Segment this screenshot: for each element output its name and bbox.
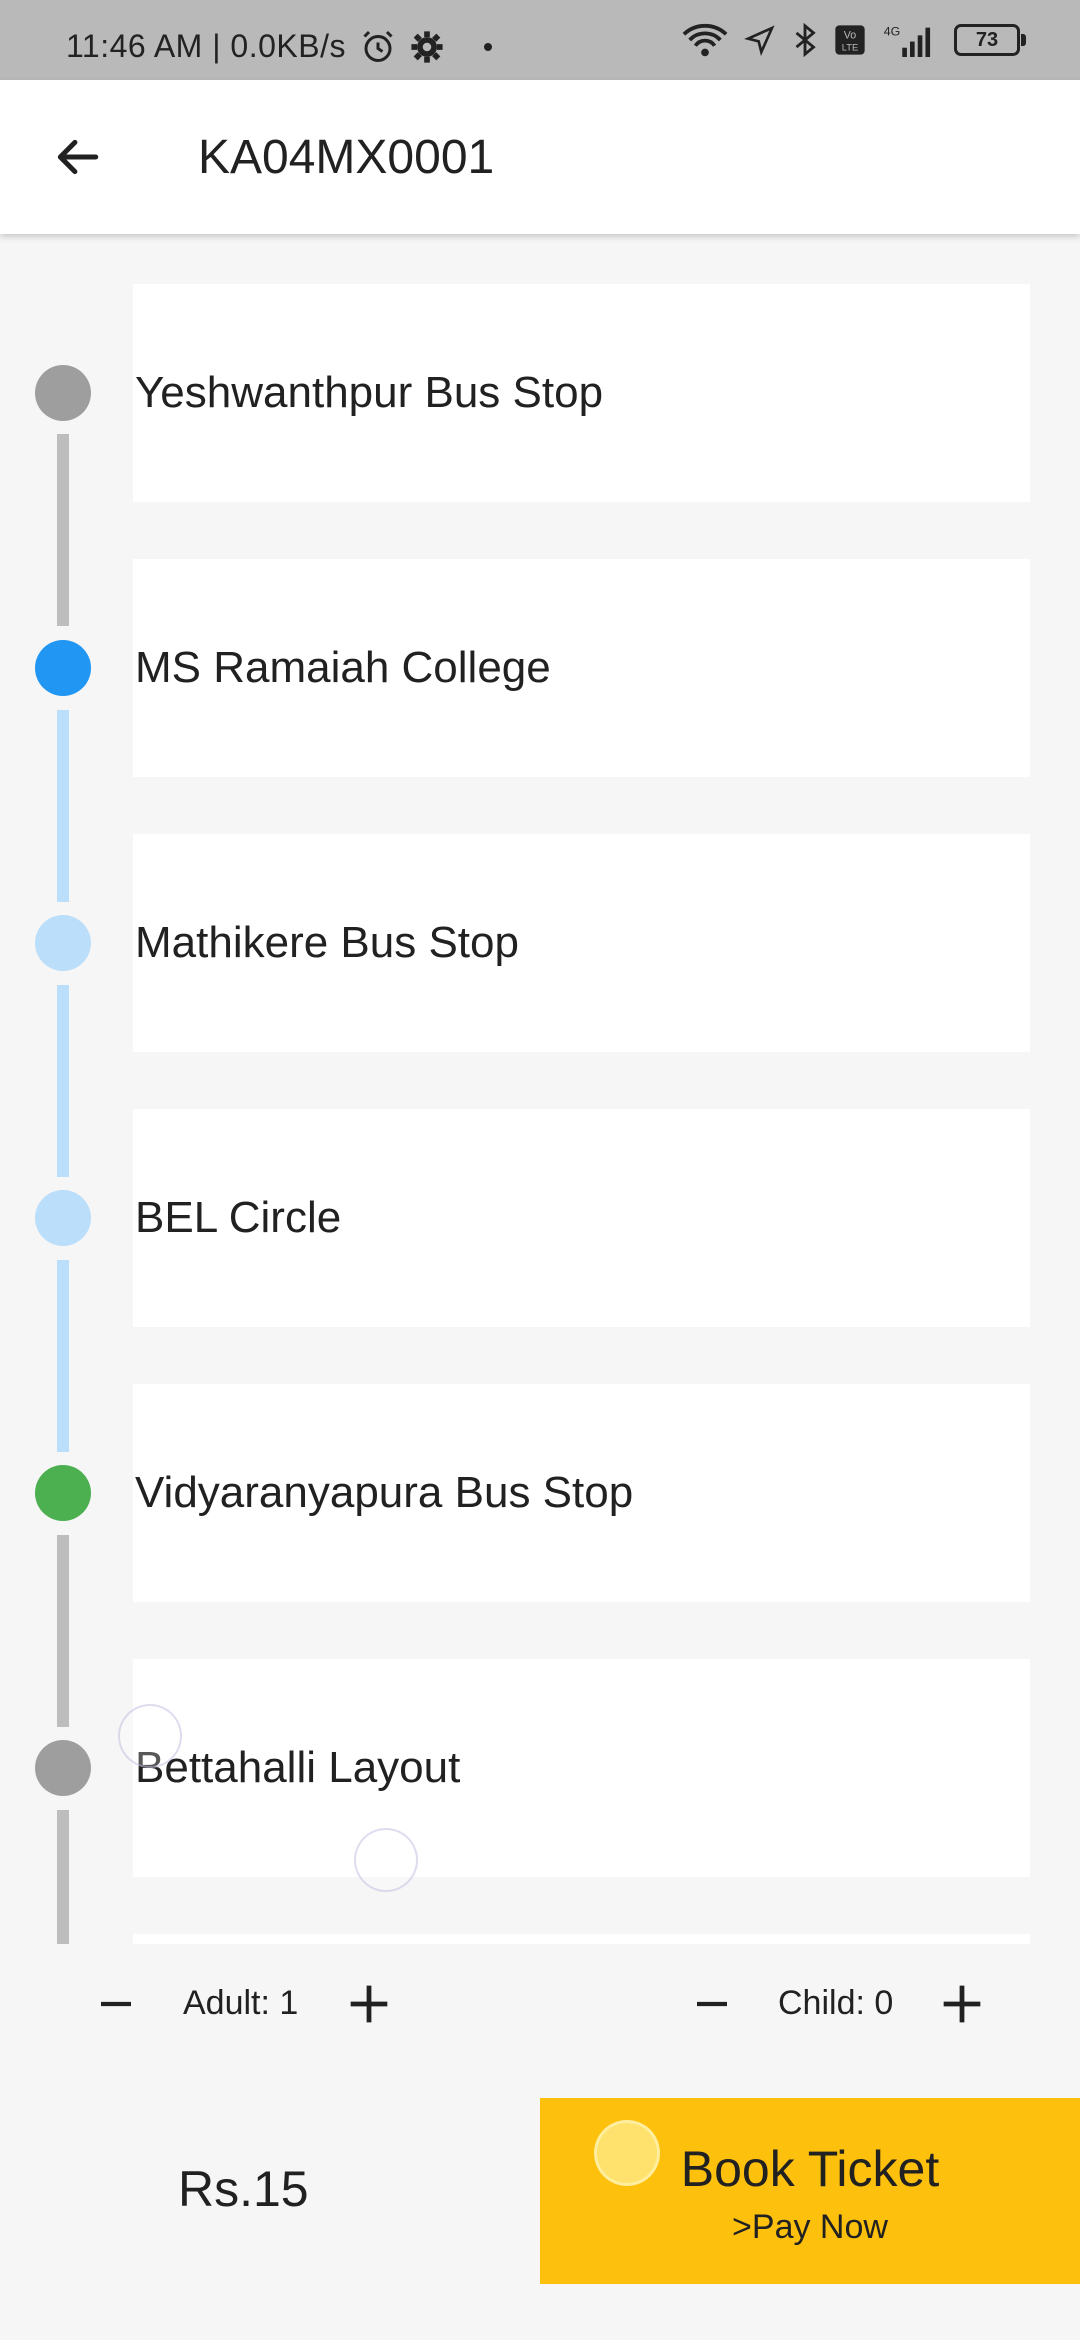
stop-dot-passed [35, 365, 91, 421]
stop-label: MS Ramaiah College [135, 643, 551, 692]
stop-dot-destination [35, 1465, 91, 1521]
touch-indicator [118, 1704, 182, 1768]
arrow-back-icon [57, 139, 99, 175]
notification-dot [483, 42, 492, 51]
location-icon [744, 25, 775, 56]
timeline-segment [57, 1535, 69, 1727]
adult-decrement-button[interactable] [84, 1972, 148, 2036]
plus-icon [943, 1985, 981, 2023]
stop-label: BEL Circle [135, 1193, 342, 1242]
child-count-label: Child: 0 [778, 1984, 894, 2022]
touch-indicator [354, 1828, 418, 1892]
stops-list[interactable]: Yeshwanthpur Bus Stop MS Ramaiah College… [0, 234, 1080, 1944]
status-time: 11:46 AM | 0.0KB/s [66, 28, 346, 64]
minus-icon [697, 2001, 727, 2007]
stop-label: Vidyaranyapura Bus Stop [135, 1468, 634, 1517]
stop-dot-upcoming [35, 1190, 91, 1246]
timeline-segment [57, 710, 69, 902]
signal-icon: 4G [884, 24, 931, 57]
book-ticket-label: Book Ticket [680, 2141, 940, 2197]
wifi-icon [682, 24, 728, 57]
status-right: Vo LTE 4G 73 [682, 22, 1026, 58]
fare-price: Rs.15 [178, 2161, 309, 2217]
svg-text:LTE: LTE [842, 43, 858, 53]
settings-icon [411, 30, 443, 63]
timeline-segment [57, 985, 69, 1177]
stop-card-mathikere[interactable]: Mathikere Bus Stop [133, 834, 1030, 1052]
stop-label: Bettahalli Layout [135, 1743, 461, 1792]
stop-card-ms-ramaiah[interactable]: MS Ramaiah College [133, 559, 1030, 777]
status-left: 11:46 AM | 0.0KB/s [66, 28, 492, 65]
stop-card-next[interactable] [133, 1934, 1030, 1944]
book-ticket-button[interactable]: Book Ticket >Pay Now [540, 2098, 1080, 2284]
timeline-segment [57, 1810, 69, 1944]
stop-dot-current [35, 640, 91, 696]
stop-label: Mathikere Bus Stop [135, 918, 519, 967]
bluetooth-icon [795, 23, 816, 57]
stop-card-bettahalli[interactable]: Bettahalli Layout [133, 1659, 1030, 1877]
stop-card-yeshwanthpur[interactable]: Yeshwanthpur Bus Stop [133, 284, 1030, 502]
child-decrement-button[interactable] [680, 1972, 744, 2036]
child-increment-button[interactable] [930, 1972, 994, 2036]
timeline-segment [57, 1260, 69, 1452]
stop-card-vidyaranyapura[interactable]: Vidyaranyapura Bus Stop [133, 1384, 1030, 1602]
back-button[interactable] [44, 124, 110, 190]
plus-icon [350, 1985, 388, 2023]
passenger-counters: Adult: 1 Child: 0 [0, 1944, 1080, 2064]
stop-card-bel-circle[interactable]: BEL Circle [133, 1109, 1030, 1327]
svg-text:Vo: Vo [844, 30, 857, 42]
page-title: KA04MX0001 [198, 131, 495, 184]
adult-count-label: Adult: 1 [183, 1984, 299, 2022]
timeline-segment [57, 434, 69, 626]
minus-icon [101, 2001, 131, 2007]
adult-increment-button[interactable] [337, 1972, 401, 2036]
app-bar: KA04MX0001 [0, 80, 1080, 234]
svg-text:4G: 4G [884, 24, 901, 38]
stop-label: Yeshwanthpur Bus Stop [135, 368, 604, 417]
alarm-icon [363, 30, 393, 62]
bottom-bar: Rs.15 Book Ticket >Pay Now [0, 2064, 1080, 2340]
stop-dot-passed [35, 1740, 91, 1796]
stop-dot-upcoming [35, 915, 91, 971]
pay-now-label: >Pay Now [732, 2208, 888, 2246]
battery-icon: 73 [954, 24, 1026, 56]
volte-icon: VoLTE [835, 25, 865, 55]
status-bar: 11:46 AM | 0.0KB/s Vo LTE 4G 73 [0, 0, 1080, 80]
